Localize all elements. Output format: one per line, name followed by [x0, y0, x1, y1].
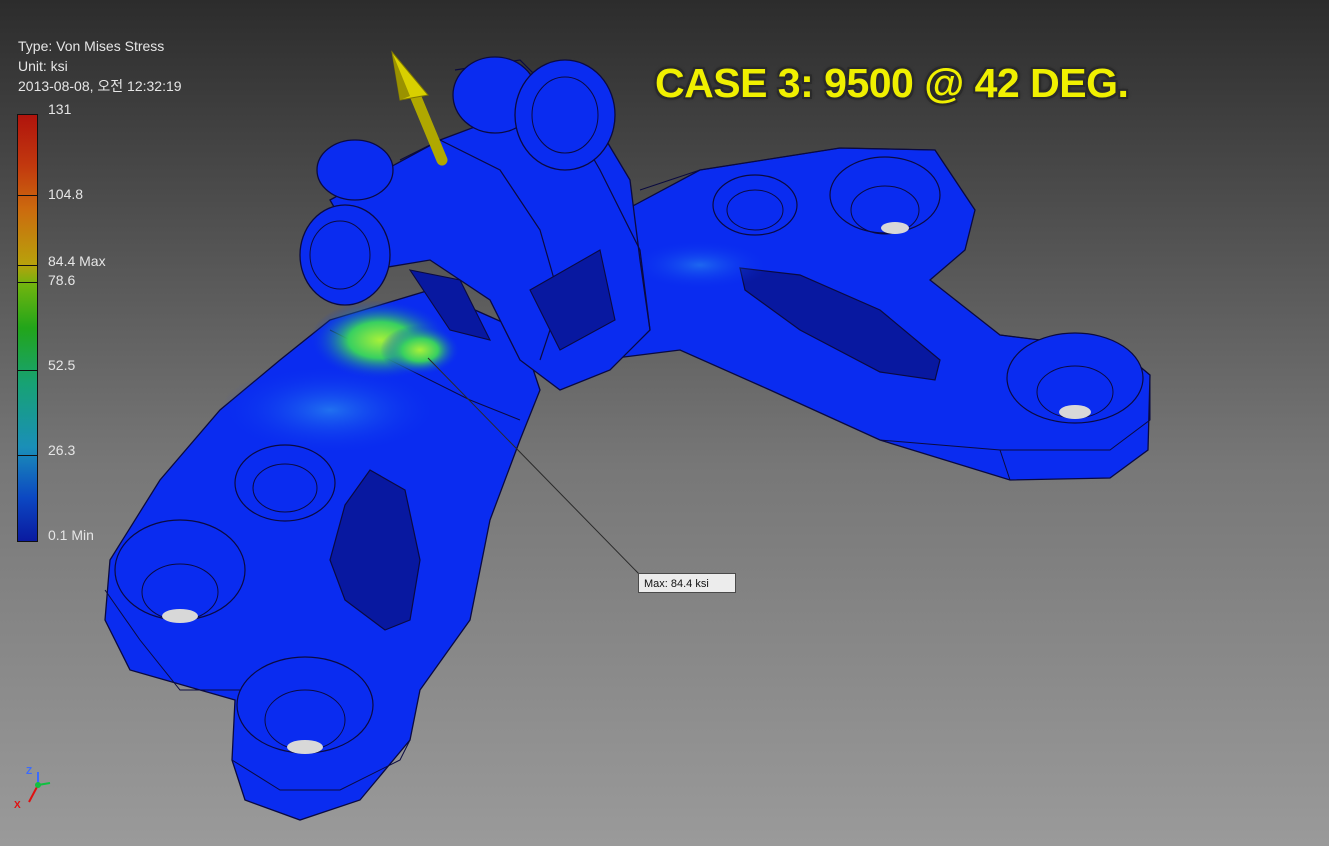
legend-tick-label: 104.8 [48, 186, 84, 202]
legend-tick [17, 282, 38, 283]
legend-tick-label: 26.3 [48, 442, 76, 458]
legend-tick-label: 131 [48, 101, 72, 117]
warm-region [220, 365, 440, 455]
axis-z-label: Z [26, 766, 33, 777]
legend-header: Type: Von Mises Stress Unit: ksi 2013-08… [18, 36, 182, 96]
legend-tick-label: 0.1 Min [48, 527, 94, 543]
timestamp-label: 2013-08-08, 오전 12:32:19 [18, 78, 182, 94]
3d-viewport[interactable]: Type: Von Mises Stress Unit: ksi 2013-08… [0, 0, 1329, 846]
legend-tick [17, 195, 38, 196]
bolt-hole [829, 156, 941, 235]
axis-x-label: X [14, 800, 21, 811]
legend-tick-label: 78.6 [48, 272, 76, 288]
legend-tick-label: 84.4 Max [48, 253, 106, 269]
max-probe-label[interactable]: Max: 84.4 ksi [638, 573, 736, 593]
bolt-hole [236, 656, 374, 754]
warm-region [630, 240, 770, 290]
load-arrow [391, 50, 448, 166]
legend-tick [17, 370, 38, 371]
axis-y-label: Y [48, 774, 49, 775]
legend-tick [17, 265, 38, 266]
stress-model[interactable] [0, 0, 1329, 846]
bolt-hole [234, 444, 336, 522]
axis-triad[interactable] [28, 772, 51, 803]
legend-tick [17, 455, 38, 456]
legend-tick-label: 52.5 [48, 357, 76, 373]
bolt-hole [712, 174, 798, 236]
stress-color-bar [17, 114, 38, 542]
unit-label: Unit: ksi [18, 58, 68, 74]
max-stress-region [380, 325, 460, 375]
result-type-label: Type: Von Mises Stress [18, 38, 165, 54]
case-title: CASE 3: 9500 @ 42 DEG. [655, 60, 1129, 106]
bolt-hole [1006, 332, 1144, 424]
